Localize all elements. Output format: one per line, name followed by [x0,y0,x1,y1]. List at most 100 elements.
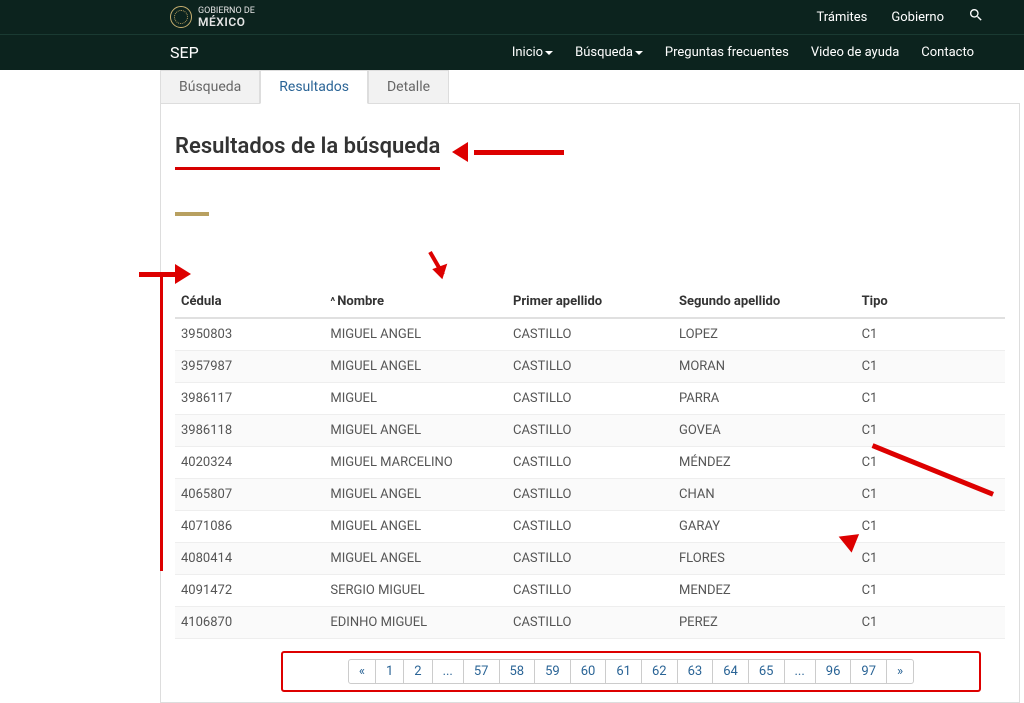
table-row[interactable]: 4080414MIGUEL ANGELCASTILLOFLORESC1 [175,543,1005,575]
cell-nombre: MIGUEL ANGEL [324,511,507,543]
cell-tipo: C1 [856,607,1005,639]
cell-primer: CASTILLO [507,351,673,383]
col-nombre[interactable]: Nombre [324,286,507,318]
table-row[interactable]: 4106870EDINHO MIGUELCASTILLOPEREZC1 [175,607,1005,639]
cell-cedula: 4020324 [175,447,324,479]
page-btn[interactable]: 60 [570,659,607,684]
annotation-bar [160,275,163,571]
cell-primer: CASTILLO [507,607,673,639]
page-btn[interactable]: 57 [463,659,500,684]
cell-nombre: MIGUEL ANGEL [324,415,507,447]
cell-nombre: MIGUEL ANGEL [324,318,507,351]
cell-tipo: C1 [856,415,1005,447]
topbar-tramites[interactable]: Trámites [816,10,867,25]
cell-primer: CASTILLO [507,318,673,351]
cell-tipo: C1 [856,383,1005,415]
cell-cedula: 3950803 [175,318,324,351]
cell-primer: CASTILLO [507,575,673,607]
cell-tipo: C1 [856,447,1005,479]
table-row[interactable]: 3986117MIGUELCASTILLOPARRAC1 [175,383,1005,415]
cell-cedula: 3957987 [175,351,324,383]
cell-cedula: 3986118 [175,415,324,447]
page-btn[interactable]: 64 [712,659,749,684]
table-row[interactable]: 3986118MIGUEL ANGELCASTILLOGOVEAC1 [175,415,1005,447]
cell-tipo: C1 [856,318,1005,351]
gob-text: GOBIERNO DE MÉXICO [198,7,255,28]
col-tipo[interactable]: Tipo [856,286,1005,318]
cell-primer: CASTILLO [507,415,673,447]
page-btn[interactable]: 59 [534,659,571,684]
page-btn[interactable]: ... [784,659,816,684]
table-row[interactable]: 4065807MIGUEL ANGELCASTILLOCHANC1 [175,479,1005,511]
page-btn[interactable]: 63 [677,659,714,684]
results-table: Cédula Nombre Primer apellido Segundo ap… [175,286,1005,639]
cell-cedula: 3986117 [175,383,324,415]
table-row[interactable]: 4020324MIGUEL MARCELINOCASTILLOMÉNDEZC1 [175,447,1005,479]
table-row[interactable]: 3950803MIGUEL ANGELCASTILLOLOPEZC1 [175,318,1005,351]
table-row[interactable]: 3957987MIGUEL ANGELCASTILLOMORANC1 [175,351,1005,383]
cell-segundo: GARAY [673,511,856,543]
navbar-brand[interactable]: SEP [170,43,199,62]
tab-detalle[interactable]: Detalle [368,70,449,103]
page-btn[interactable]: 62 [641,659,678,684]
page-title: Resultados de la búsqueda [175,134,440,170]
col-primer[interactable]: Primer apellido [507,286,673,318]
col-cedula[interactable]: Cédula [175,286,324,318]
divider-accent [175,212,209,216]
cell-tipo: C1 [856,575,1005,607]
cell-segundo: LOPEZ [673,318,856,351]
page-btn[interactable]: 65 [748,659,785,684]
nav-faq[interactable]: Preguntas frecuentes [665,45,789,60]
topbar-gobierno[interactable]: Gobierno [891,10,944,25]
col-segundo[interactable]: Segundo apellido [673,286,856,318]
page-btn[interactable]: » [886,659,914,684]
cell-nombre: MIGUEL [324,383,507,415]
table-row[interactable]: 4071086MIGUEL ANGELCASTILLOGARAYC1 [175,511,1005,543]
chevron-down-icon [635,51,643,55]
page-btn[interactable]: « [348,659,376,684]
cell-segundo: MENDEZ [673,575,856,607]
chevron-down-icon [545,51,553,55]
nav-contacto[interactable]: Contacto [921,45,974,60]
nav-inicio[interactable]: Inicio [512,45,553,60]
page-btn[interactable]: 97 [850,659,887,684]
cell-primer: CASTILLO [507,479,673,511]
cell-segundo: GOVEA [673,415,856,447]
cell-cedula: 4065807 [175,479,324,511]
cell-tipo: C1 [856,511,1005,543]
annotation-arrow-icon [454,142,564,162]
page-btn[interactable]: 2 [403,659,432,684]
annotation-arrow-icon [139,264,189,284]
tab-resultados[interactable]: Resultados [260,70,368,104]
cell-cedula: 4071086 [175,511,324,543]
nav-video[interactable]: Video de ayuda [811,45,899,60]
cell-segundo: PEREZ [673,607,856,639]
gob-logo[interactable]: GOBIERNO DE MÉXICO [170,6,255,28]
page-btn[interactable]: 58 [499,659,536,684]
cell-nombre: MIGUEL ANGEL [324,543,507,575]
page-btn[interactable]: 96 [815,659,852,684]
cell-primer: CASTILLO [507,511,673,543]
cell-cedula: 4091472 [175,575,324,607]
cell-tipo: C1 [856,543,1005,575]
tab-busqueda[interactable]: Búsqueda [160,70,260,103]
page-btn[interactable]: ... [432,659,464,684]
cell-segundo: CHAN [673,479,856,511]
cell-primer: CASTILLO [507,447,673,479]
cell-cedula: 4080414 [175,543,324,575]
cell-segundo: MORAN [673,351,856,383]
cell-segundo: MÉNDEZ [673,447,856,479]
cell-segundo: FLORES [673,543,856,575]
search-icon[interactable] [968,7,984,27]
cell-nombre: SERGIO MIGUEL [324,575,507,607]
seal-icon [170,6,192,28]
cell-nombre: MIGUEL MARCELINO [324,447,507,479]
cell-segundo: PARRA [673,383,856,415]
cell-nombre: MIGUEL ANGEL [324,479,507,511]
page-btn[interactable]: 61 [605,659,642,684]
page-btn[interactable]: 1 [375,659,404,684]
table-row[interactable]: 4091472SERGIO MIGUELCASTILLOMENDEZC1 [175,575,1005,607]
cell-tipo: C1 [856,351,1005,383]
cell-nombre: EDINHO MIGUEL [324,607,507,639]
nav-busqueda[interactable]: Búsqueda [575,45,643,60]
